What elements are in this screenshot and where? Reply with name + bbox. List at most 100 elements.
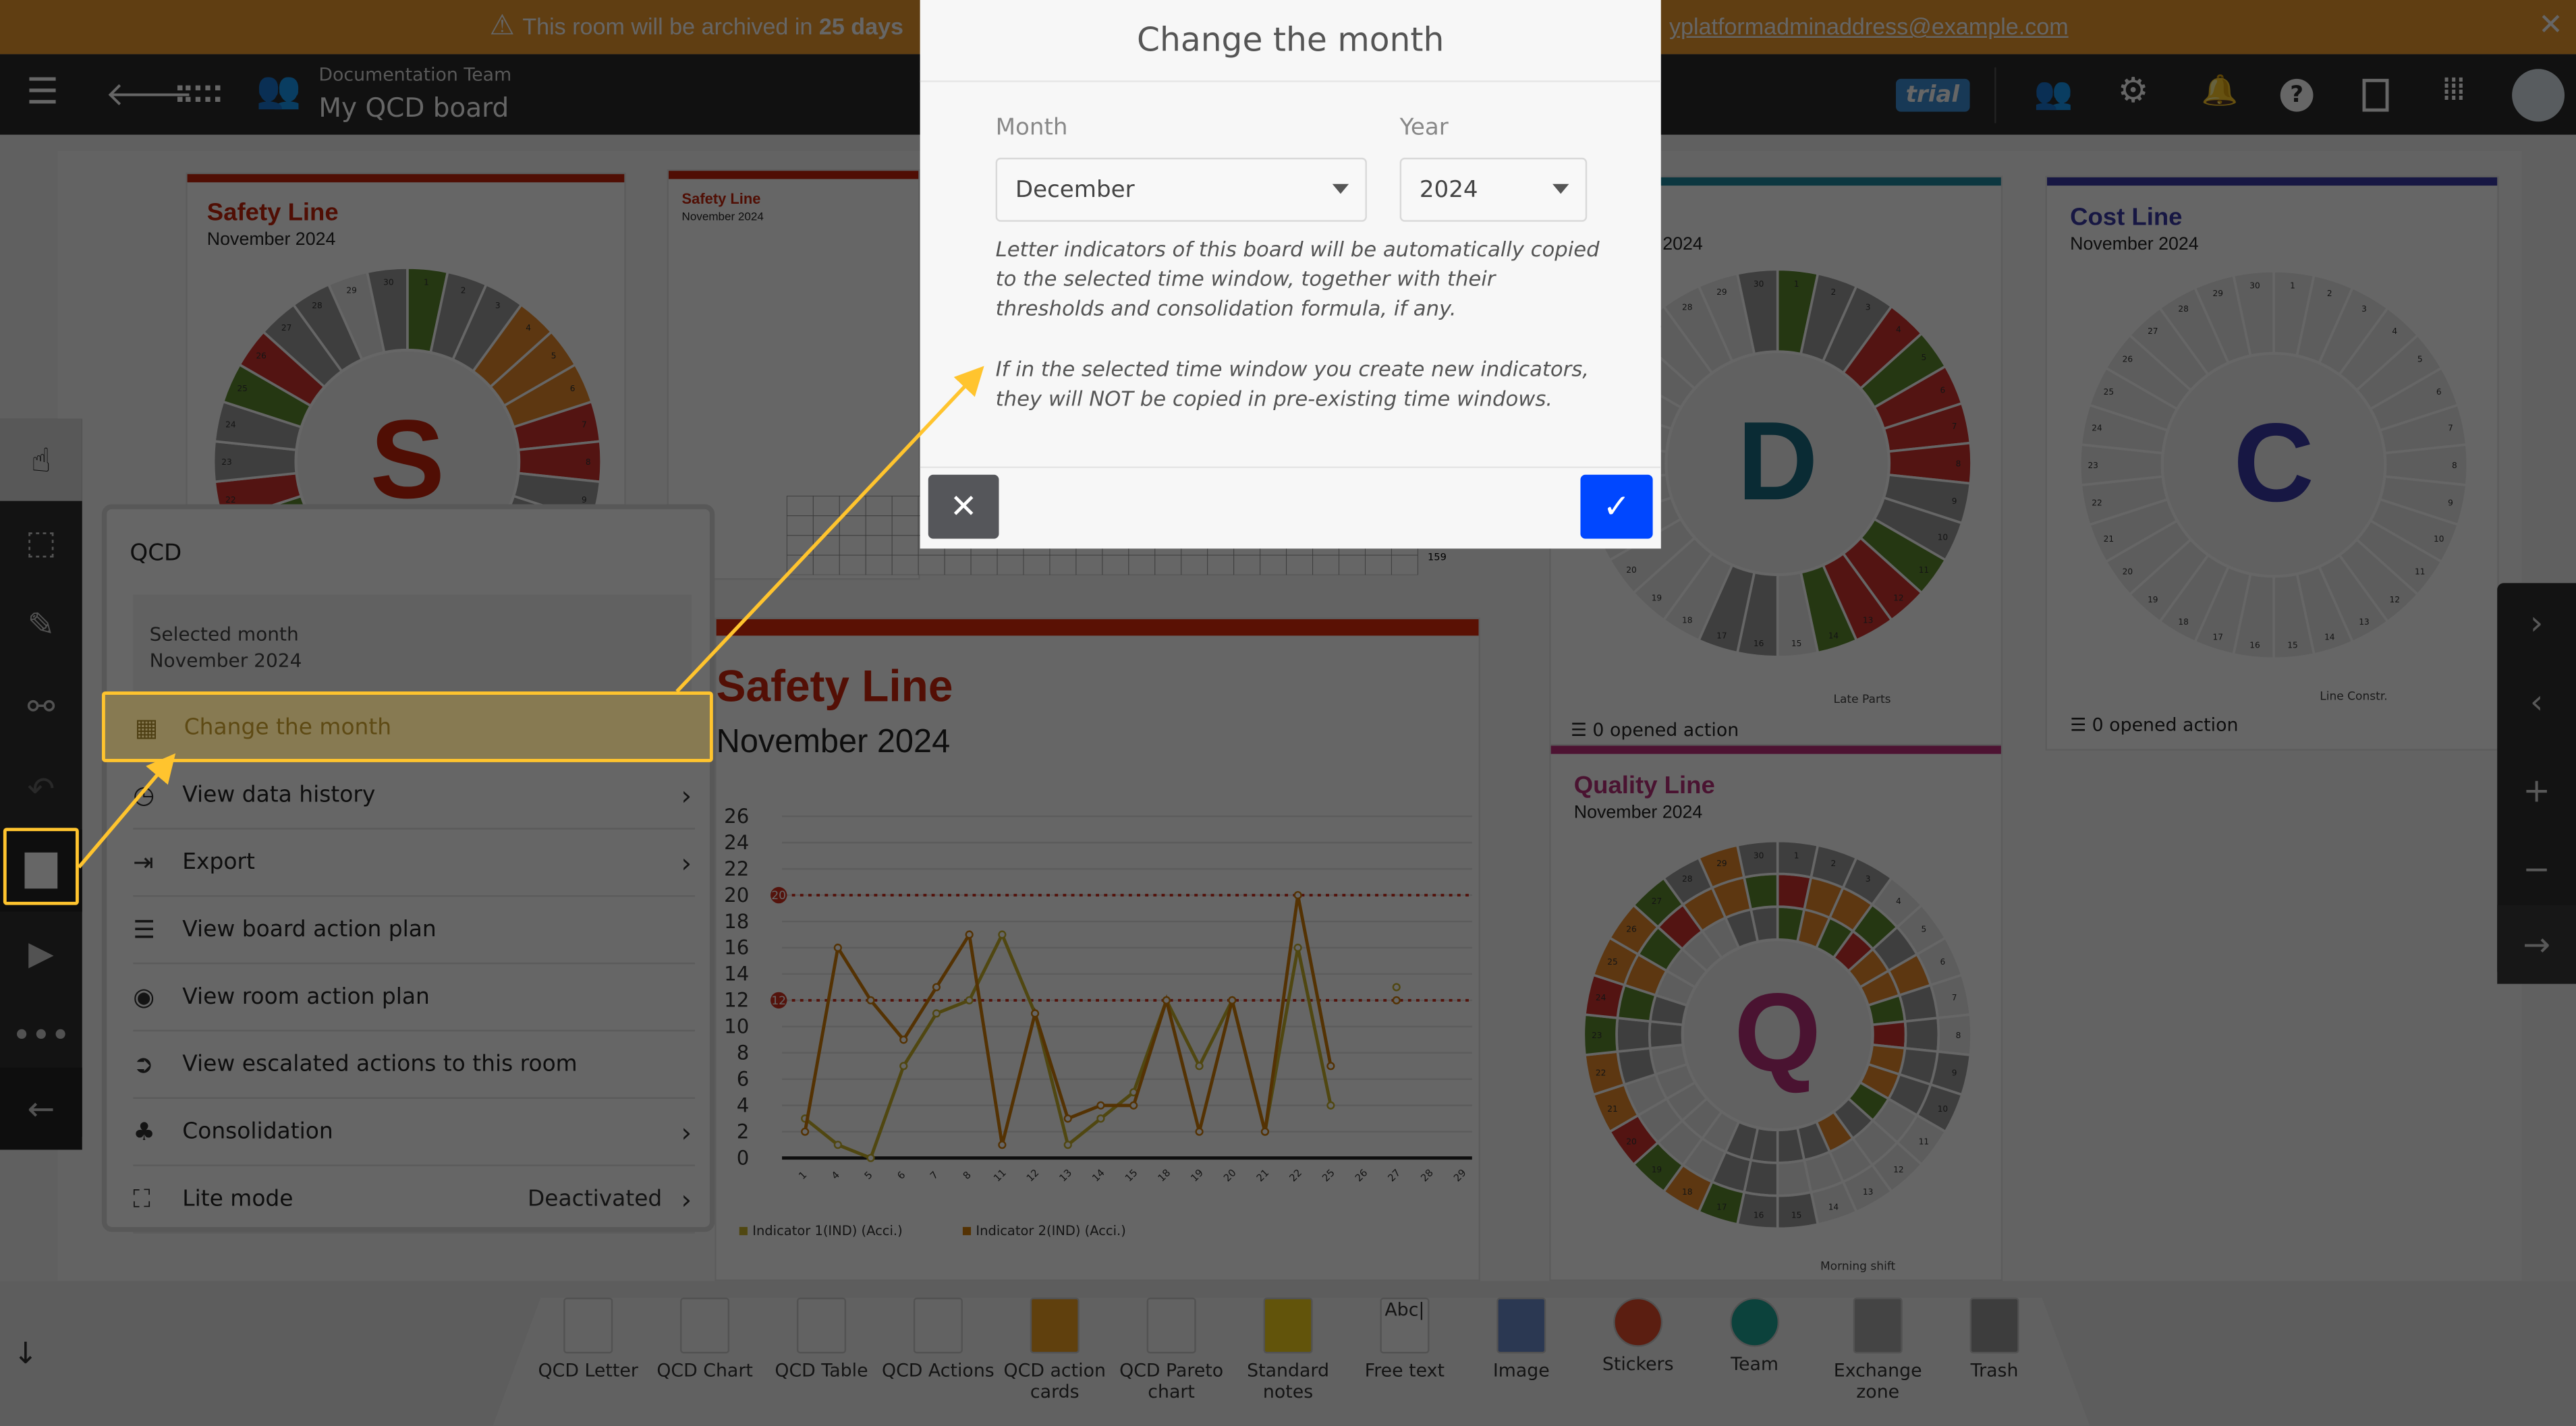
tool-stickers[interactable]: Stickers [1580, 1297, 1695, 1375]
tool-qcd-chart[interactable]: QCD Chart [647, 1297, 762, 1381]
collapse-left-icon[interactable]: ← [0, 1067, 82, 1150]
cost-letter-card[interactable]: Cost Line November 2024 1 2 3 4 5 6 7 8 9 10 11 12 1… [2045, 175, 2499, 751]
lite-mode-icon: ⛶ [133, 1184, 150, 1214]
chevron-right-icon: › [681, 1116, 692, 1147]
wheel-letter: C [2233, 401, 2314, 525]
menu-item-lite-mode[interactable]: ⛶ Lite mode Deactivated › [133, 1166, 696, 1234]
gear-icon[interactable]: ⚙ [2118, 71, 2149, 110]
day-label: 20 [2123, 567, 2133, 576]
menu-icon[interactable]: ☰ [26, 72, 59, 113]
tool-qcd-letter[interactable]: QCD Letter [531, 1297, 646, 1381]
cancel-button[interactable]: ✕ [928, 474, 999, 539]
safety-chart-card[interactable]: Safety Line November 2024 0 2 4 6 8 10 12 14 16 1… [715, 617, 1480, 1282]
tool-icon [1969, 1297, 2019, 1354]
tool-image[interactable]: Image [1464, 1297, 1579, 1381]
opened-actions[interactable]: ☰ 0 opened action [1571, 720, 1739, 741]
undo-icon[interactable]: ↶ [0, 747, 82, 830]
data-point [866, 1153, 875, 1162]
zoom-out-icon[interactable]: − [2497, 830, 2576, 909]
year-select[interactable]: 2024 [1399, 157, 1588, 222]
data-point [998, 1141, 1007, 1149]
tool-qcd-table[interactable]: QCD Table [764, 1297, 878, 1381]
menu-item-view-room-action-plan[interactable]: ◉ View room action plan [133, 964, 696, 1032]
tool-qcd-actions[interactable]: QCD Actions [880, 1297, 995, 1381]
data-point [1096, 1101, 1105, 1110]
tool-free-text[interactable]: Abc| Free text [1347, 1297, 1462, 1381]
qcd-board-icon[interactable] [0, 829, 82, 912]
day-label: 23 [221, 457, 231, 467]
day-label: 1 [2290, 281, 2295, 291]
close-banner-icon[interactable]: ✕ [2538, 8, 2563, 42]
card-title: Safety Line [681, 190, 761, 207]
bell-icon[interactable]: 🔔 [2202, 74, 2239, 109]
y-tick-label: 16 [724, 936, 749, 959]
menu-item-change-the-month[interactable]: ▦ Change the month [101, 691, 713, 762]
collapse-down-icon[interactable]: ↓ [13, 1337, 38, 1371]
day-label: 18 [1682, 1187, 1692, 1197]
table-cell [918, 554, 945, 575]
table-cell [839, 554, 866, 575]
select-tool-icon[interactable]: ⬚ [0, 501, 82, 583]
app-window: ⚠ This room will be archived in 25 days … [0, 0, 2576, 1426]
apps-grid-icon[interactable]: ⁞⁞⁞ [2441, 69, 2466, 108]
data-point [1195, 1062, 1204, 1071]
tool-icon [1730, 1297, 1780, 1347]
board-name[interactable]: My QCD board [318, 92, 509, 123]
x-tick-label: 7 [928, 1169, 941, 1182]
table-cell [786, 535, 814, 556]
expand-icon[interactable]: → [2497, 905, 2576, 984]
tool-icon [1496, 1297, 1546, 1354]
day-label: 8 [1956, 1031, 1961, 1040]
menu-item-consolidation[interactable]: ♣ Consolidation › [133, 1099, 696, 1166]
opened-actions[interactable]: ☰ 0 opened action [2070, 714, 2238, 736]
data-point [899, 1035, 908, 1044]
tool-qcd-action-cards[interactable]: QCD action cards [997, 1297, 1112, 1402]
help-icon[interactable]: ? [2280, 78, 2314, 112]
table-cell [1260, 554, 1287, 575]
table-cell [812, 535, 840, 556]
table-cell [1154, 554, 1182, 575]
tool-qcd-pareto-chart[interactable]: QCD Pareto chart [1114, 1297, 1229, 1402]
users-icon[interactable]: 👥 [2034, 74, 2073, 112]
connector-icon[interactable]: ⚯ [0, 665, 82, 747]
menu-title: QCD [130, 540, 182, 567]
book-icon[interactable] [2362, 78, 2389, 112]
menu-item-export[interactable]: ⇥ Export › [133, 830, 696, 897]
x-tick-label: 29 [1451, 1167, 1468, 1184]
presentation-icon[interactable]: ▶ [0, 911, 82, 994]
y-tick-label: 22 [724, 857, 749, 880]
menu-item-view-data-history[interactable]: ◷ View data history › [133, 762, 696, 830]
day-label: 2 [461, 285, 466, 295]
zoom-in-icon[interactable]: + [2497, 751, 2576, 830]
divider [920, 80, 1661, 82]
confirm-button[interactable]: ✓ [1580, 474, 1653, 539]
wheel-letter: S [370, 397, 445, 522]
tool-label: Stickers [1602, 1353, 1674, 1375]
next-icon[interactable]: › [2497, 583, 2576, 662]
day-label: 28 [1682, 874, 1692, 884]
menu-item-view-escalated-actions-to-this-room[interactable]: ➲ View escalated actions to this room [133, 1031, 696, 1100]
admin-email-link[interactable]: yplatformadminaddress@example.com [1669, 13, 2069, 39]
tool-team[interactable]: Team [1697, 1297, 1812, 1375]
day-label: 26 [2123, 355, 2133, 364]
pencil-icon[interactable]: ✎ [0, 583, 82, 665]
day-label: 23 [1592, 1031, 1602, 1040]
day-label: 26 [256, 351, 266, 361]
hand-tool-icon[interactable]: ☝ [0, 418, 82, 501]
tool-standard-notes[interactable]: Standard notes [1231, 1297, 1345, 1402]
prev-icon[interactable]: ‹ [2497, 662, 2576, 741]
tool-exchange-zone[interactable]: Exchange zone [1820, 1297, 1935, 1402]
trial-badge[interactable]: trial [1895, 78, 1969, 112]
day-label: 20 [1626, 565, 1636, 575]
x-tick-label: 21 [1254, 1167, 1271, 1184]
month-select[interactable]: December [995, 157, 1367, 222]
quality-letter-card[interactable]: Quality Line November 2024 1 2 3 4 5 6 7 8 9 10 11… [1549, 744, 2003, 1282]
more-icon[interactable]: ••• [0, 994, 82, 1076]
board-layout-icon[interactable] [177, 85, 221, 102]
avatar[interactable] [2512, 69, 2565, 122]
tool-trash[interactable]: Trash [1937, 1297, 2052, 1381]
menu-item-view-board-action-plan[interactable]: ☰ View board action plan [133, 897, 696, 965]
data-point [1030, 1009, 1040, 1018]
table-cell [970, 554, 998, 575]
x-tick-label: 13 [1057, 1167, 1074, 1184]
